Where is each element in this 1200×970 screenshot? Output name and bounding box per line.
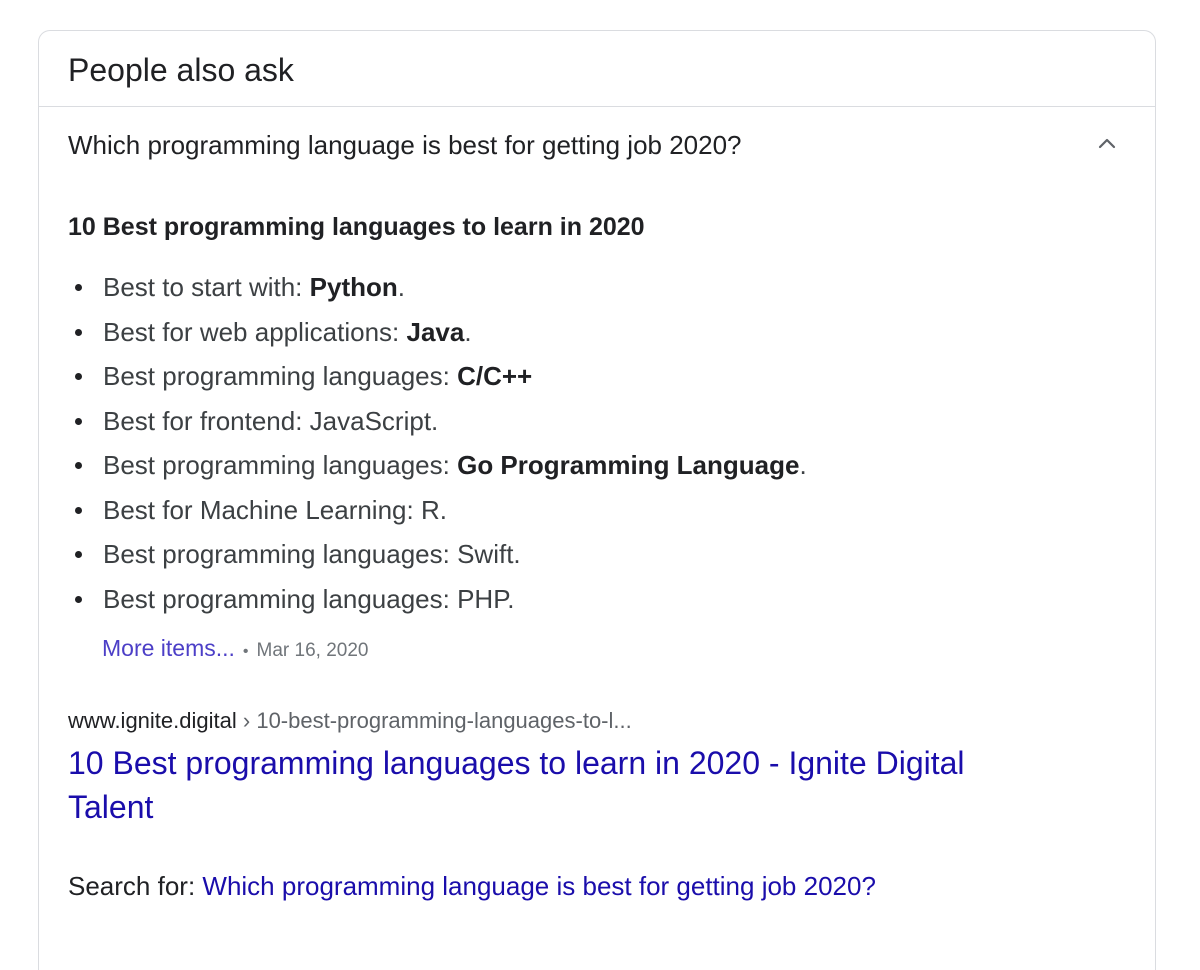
bullet-icon — [75, 595, 82, 603]
chevron-up-icon[interactable] — [1097, 133, 1117, 153]
bullet-icon — [75, 551, 82, 558]
bullet-icon — [75, 284, 82, 291]
source-title-link[interactable]: 10 Best programming languages to learn i… — [68, 741, 1048, 829]
source-url[interactable]: www.ignite.digital › 10-best-programming… — [68, 707, 1126, 735]
bullet-icon — [75, 373, 82, 380]
question-row[interactable]: Which programming language is best for g… — [39, 107, 1155, 187]
source-path[interactable]: 10-best-programming-languages-to-l... — [256, 708, 631, 733]
dot-separator: • — [242, 643, 249, 660]
source-result: www.ignite.digital › 10-best-programming… — [68, 707, 1126, 829]
list-item: Best programming languages: Go Programmi… — [68, 443, 1126, 488]
breadcrumb-separator: › — [242, 708, 251, 733]
list-item: Best programming languages: Swift. — [68, 532, 1126, 577]
search-for-row: Search for: Which programming language i… — [68, 869, 1126, 903]
list-item: Best programming languages: C/C++ — [68, 354, 1126, 399]
list-item: Best to start with: Python. — [68, 265, 1126, 310]
answer-panel: 10 Best programming languages to learn i… — [39, 211, 1155, 903]
more-items-row: More items... • Mar 16, 2020 — [68, 633, 1126, 667]
bullet-icon — [75, 417, 82, 425]
search-for-label: Search for: — [68, 871, 203, 901]
search-for-link[interactable]: Which programming language is best for g… — [202, 871, 876, 901]
answer-list: Best to start with: Python. Best for web… — [68, 265, 1126, 621]
question-text[interactable]: Which programming language is best for g… — [68, 129, 742, 161]
bullet-icon — [75, 328, 82, 336]
list-item: Best for frontend: JavaScript. — [68, 399, 1126, 444]
source-domain[interactable]: www.ignite.digital — [68, 708, 237, 733]
people-also-ask-panel: People also ask Which programming langua… — [38, 30, 1156, 970]
list-item: Best for Machine Learning: R. — [68, 488, 1126, 533]
list-item: Best for web applications: Java. — [68, 310, 1126, 355]
bullet-icon — [75, 506, 82, 514]
panel-header: People also ask — [39, 31, 1155, 107]
more-items-link[interactable]: More items... — [102, 635, 235, 661]
panel-title: People also ask — [68, 52, 294, 88]
answer-date: Mar 16, 2020 — [256, 640, 369, 661]
list-item: Best programming languages: PHP. — [68, 577, 1126, 622]
bullet-icon — [75, 462, 82, 469]
answer-heading: 10 Best programming languages to learn i… — [68, 213, 645, 241]
